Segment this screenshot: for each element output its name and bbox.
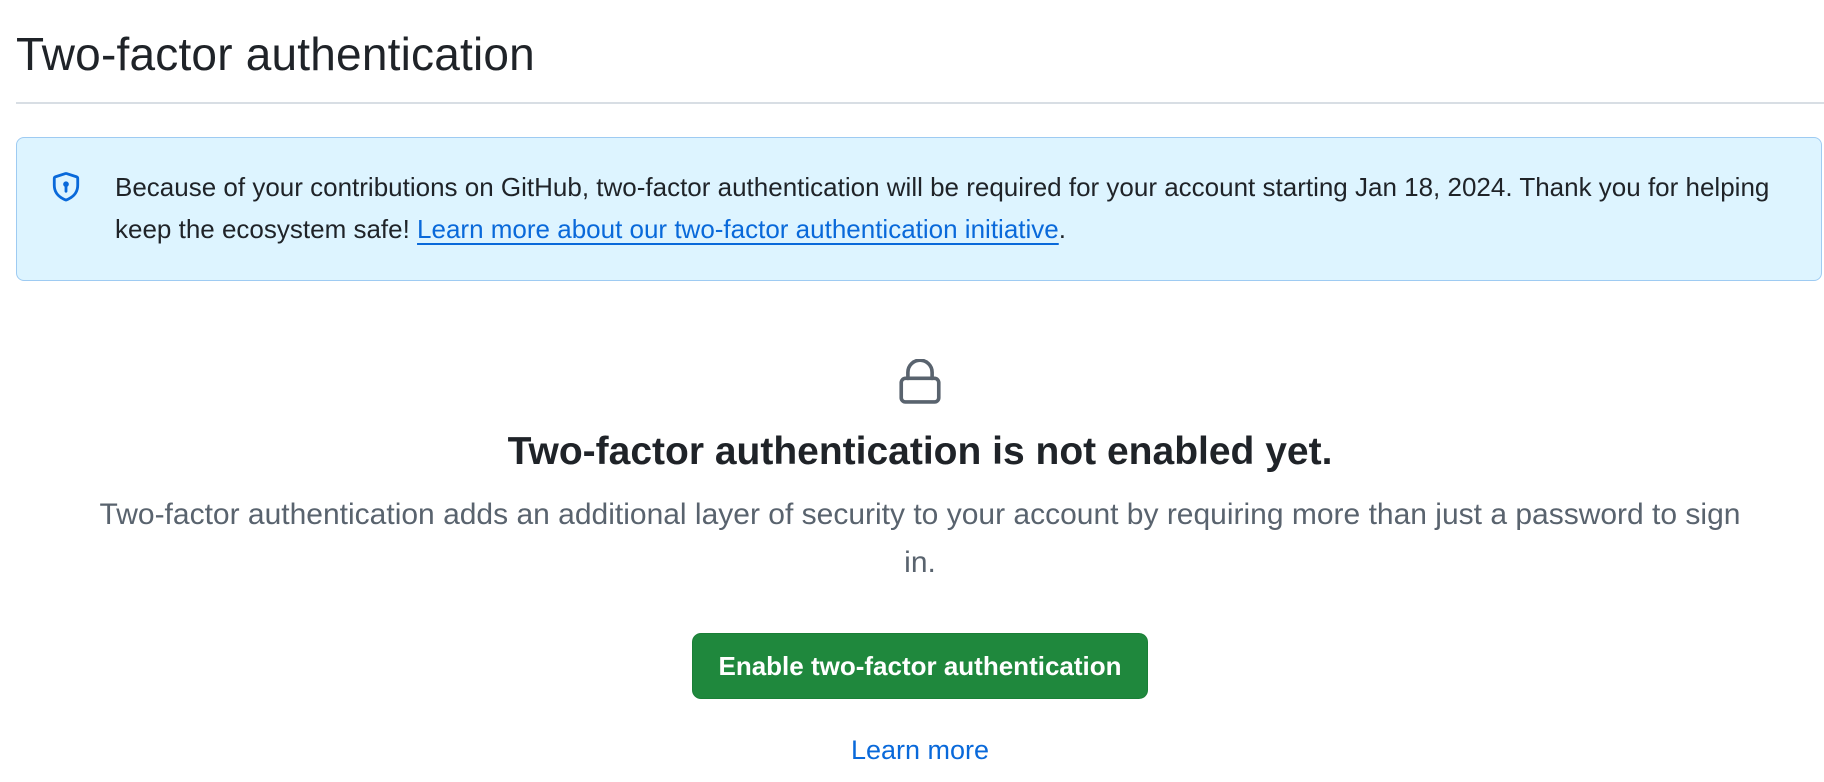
info-flash-banner: Because of your contributions on GitHub,… [16, 137, 1822, 281]
two-factor-initiative-link[interactable]: Learn more about our two-factor authenti… [417, 214, 1059, 244]
page-title: Two-factor authentication [16, 28, 535, 80]
blankslate-description: Two-factor authentication adds an additi… [99, 498, 1741, 579]
flash-suffix: . [1058, 214, 1066, 244]
blankslate-heading: Two-factor authentication is not enabled… [507, 430, 1333, 473]
two-factor-settings-page: Two-factor authentication Because of you… [16, 0, 1824, 767]
shield-lock-icon [52, 172, 80, 202]
learn-more-link[interactable]: Learn more [16, 733, 1824, 767]
blankslate: Two-factor authentication is not enabled… [16, 359, 1824, 767]
lock-icon [899, 359, 941, 404]
enable-two-factor-button[interactable]: Enable two-factor authentication [692, 633, 1148, 699]
title-divider [16, 102, 1824, 104]
